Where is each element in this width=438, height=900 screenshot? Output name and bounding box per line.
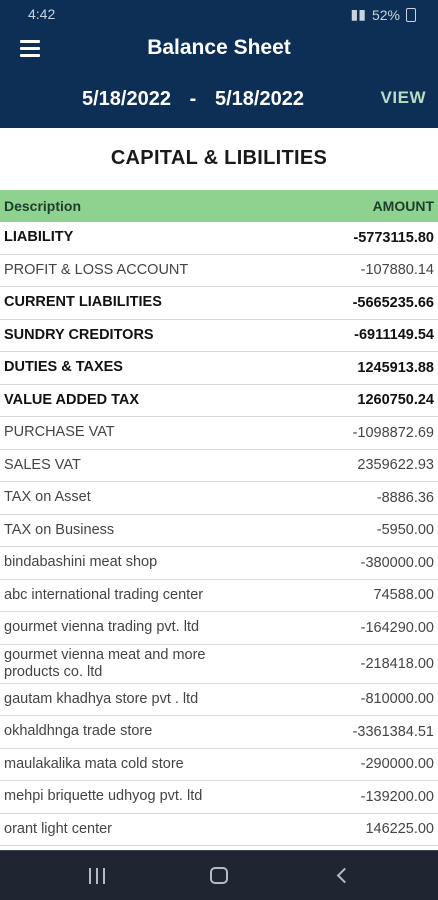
row-amount: -1098872.69	[352, 424, 434, 441]
table-row[interactable]: gourmet vienna trading pvt. ltd -164290.0…	[0, 612, 438, 645]
row-description: TAX on Asset	[4, 489, 91, 506]
row-description: LIABILITY	[4, 229, 74, 246]
table-row[interactable]: SUNDRY CREDITORS -6911149.54	[0, 320, 438, 352]
row-description: DUTIES & TAXES	[4, 359, 123, 376]
row-description: VALUE ADDED TAX	[4, 391, 140, 408]
view-button[interactable]: VIEW	[381, 88, 426, 108]
system-nav-bar	[0, 850, 438, 900]
battery-icon	[406, 7, 416, 22]
row-amount: -290000.00	[360, 756, 434, 773]
table-row[interactable]: gautam khadhya store pvt . ltd -810000.00	[0, 684, 438, 716]
row-description: okhaldhnga trade store	[4, 723, 153, 740]
row-amount: -139200.00	[360, 788, 434, 805]
row-amount: -107880.14	[360, 262, 434, 279]
row-amount: 2359622.93	[357, 457, 434, 474]
row-amount: -164290.00	[360, 619, 434, 636]
table-row[interactable]: LIABILITY -5773115.80	[0, 222, 438, 255]
table-row[interactable]: CURRENT LIABILITIES -5665235.66	[0, 287, 438, 320]
battery-level: 52%	[371, 6, 400, 23]
row-amount: -810000.00	[360, 691, 434, 708]
table-row[interactable]: bindabashini meat shop -380000.00	[0, 547, 438, 580]
header-description: Description	[4, 198, 82, 214]
recents-icon[interactable]	[85, 866, 109, 886]
table-row[interactable]: PROFIT & LOSS ACCOUNT -107880.14	[0, 255, 438, 287]
row-description: PROFIT & LOSS ACCOUNT	[4, 261, 189, 278]
row-description: abc international trading center	[4, 586, 204, 603]
row-amount: -5950.00	[376, 522, 434, 539]
table-row[interactable]: DUTIES & TAXES 1245913.88	[0, 352, 438, 385]
row-amount: 74588.00	[373, 587, 434, 604]
table-row[interactable]: okhaldhnga trade store -3361384.51	[0, 716, 438, 749]
row-amount: -5773115.80	[353, 229, 434, 246]
section-title: CAPITAL & LIBILITIES	[110, 147, 328, 169]
balance-table: Description AMOUNT LIABILITY -5773115.80 P…	[0, 190, 438, 846]
back-icon[interactable]	[333, 866, 357, 886]
row-description: SALES VAT	[4, 456, 81, 473]
row-amount: -3361384.51	[352, 723, 434, 740]
home-icon[interactable]	[208, 866, 232, 886]
status-bar: 4:42 ▮▮ 52%	[0, 0, 438, 30]
row-description: CURRENT LIABILITIES	[4, 294, 162, 311]
signal-icon: ▮▮	[350, 6, 366, 22]
header-amount: AMOUNT	[372, 198, 434, 214]
row-amount: -5665235.66	[352, 294, 434, 311]
app-bar: Balance Sheet 5/18/2022-5/18/2022 VIEW	[0, 30, 438, 128]
row-amount: -8886.36	[376, 489, 434, 506]
row-description: TAX on Business	[4, 521, 115, 538]
date-separator: -	[189, 88, 197, 110]
row-description: SUNDRY CREDITORS	[4, 326, 154, 343]
table-body: LIABILITY -5773115.80 PROFIT & LOSS ACCOUN…	[0, 222, 438, 846]
table-row[interactable]: abc international trading center 74588.00	[0, 580, 438, 612]
row-description: PURCHASE VAT	[4, 424, 115, 441]
row-description: bindabashini meat shop	[4, 554, 158, 571]
table-row[interactable]: TAX on Asset -8886.36	[0, 482, 438, 515]
row-description: mehpi briquette udhyog pvt. ltd	[4, 788, 203, 805]
table-row[interactable]: gourmet vienna meat and more products co…	[0, 645, 438, 684]
table-row[interactable]: maulakalika mata cold store -290000.00	[0, 749, 438, 781]
from-date[interactable]: 5/18/2022	[82, 88, 171, 110]
table-row[interactable]: TAX on Business -5950.00	[0, 515, 438, 547]
table-row[interactable]: VALUE ADDED TAX 1260750.24	[0, 385, 438, 417]
status-time: 4:42	[28, 6, 56, 22]
row-description: maulakalika mata cold store	[4, 755, 184, 772]
page-title: Balance Sheet	[147, 36, 291, 59]
row-amount: 1260750.24	[357, 392, 434, 409]
row-amount: -380000.00	[360, 554, 434, 571]
table-row[interactable]: SALES VAT 2359622.93	[0, 450, 438, 482]
row-amount: 146225.00	[365, 821, 434, 838]
status-icons: ▮▮ 52%	[351, 6, 416, 23]
table-header: Description AMOUNT	[0, 190, 438, 222]
row-amount: -6911149.54	[354, 327, 434, 344]
table-row[interactable]: PURCHASE VAT -1098872.69	[0, 417, 438, 450]
to-date[interactable]: 5/18/2022	[215, 88, 304, 110]
row-description: gourmet vienna meat and more products co…	[4, 646, 206, 680]
date-range: 5/18/2022-5/18/2022	[82, 88, 304, 111]
row-description: gautam khadhya store pvt . ltd	[4, 690, 199, 707]
table-row[interactable]: orant light center 146225.00	[0, 814, 438, 846]
table-row[interactable]: mehpi briquette udhyog pvt. ltd -139200.0…	[0, 781, 438, 814]
row-description: orant light center	[4, 820, 113, 837]
row-description: gourmet vienna trading pvt. ltd	[4, 619, 200, 636]
row-amount: -218418.00	[360, 655, 434, 672]
row-amount: 1245913.88	[357, 359, 434, 376]
